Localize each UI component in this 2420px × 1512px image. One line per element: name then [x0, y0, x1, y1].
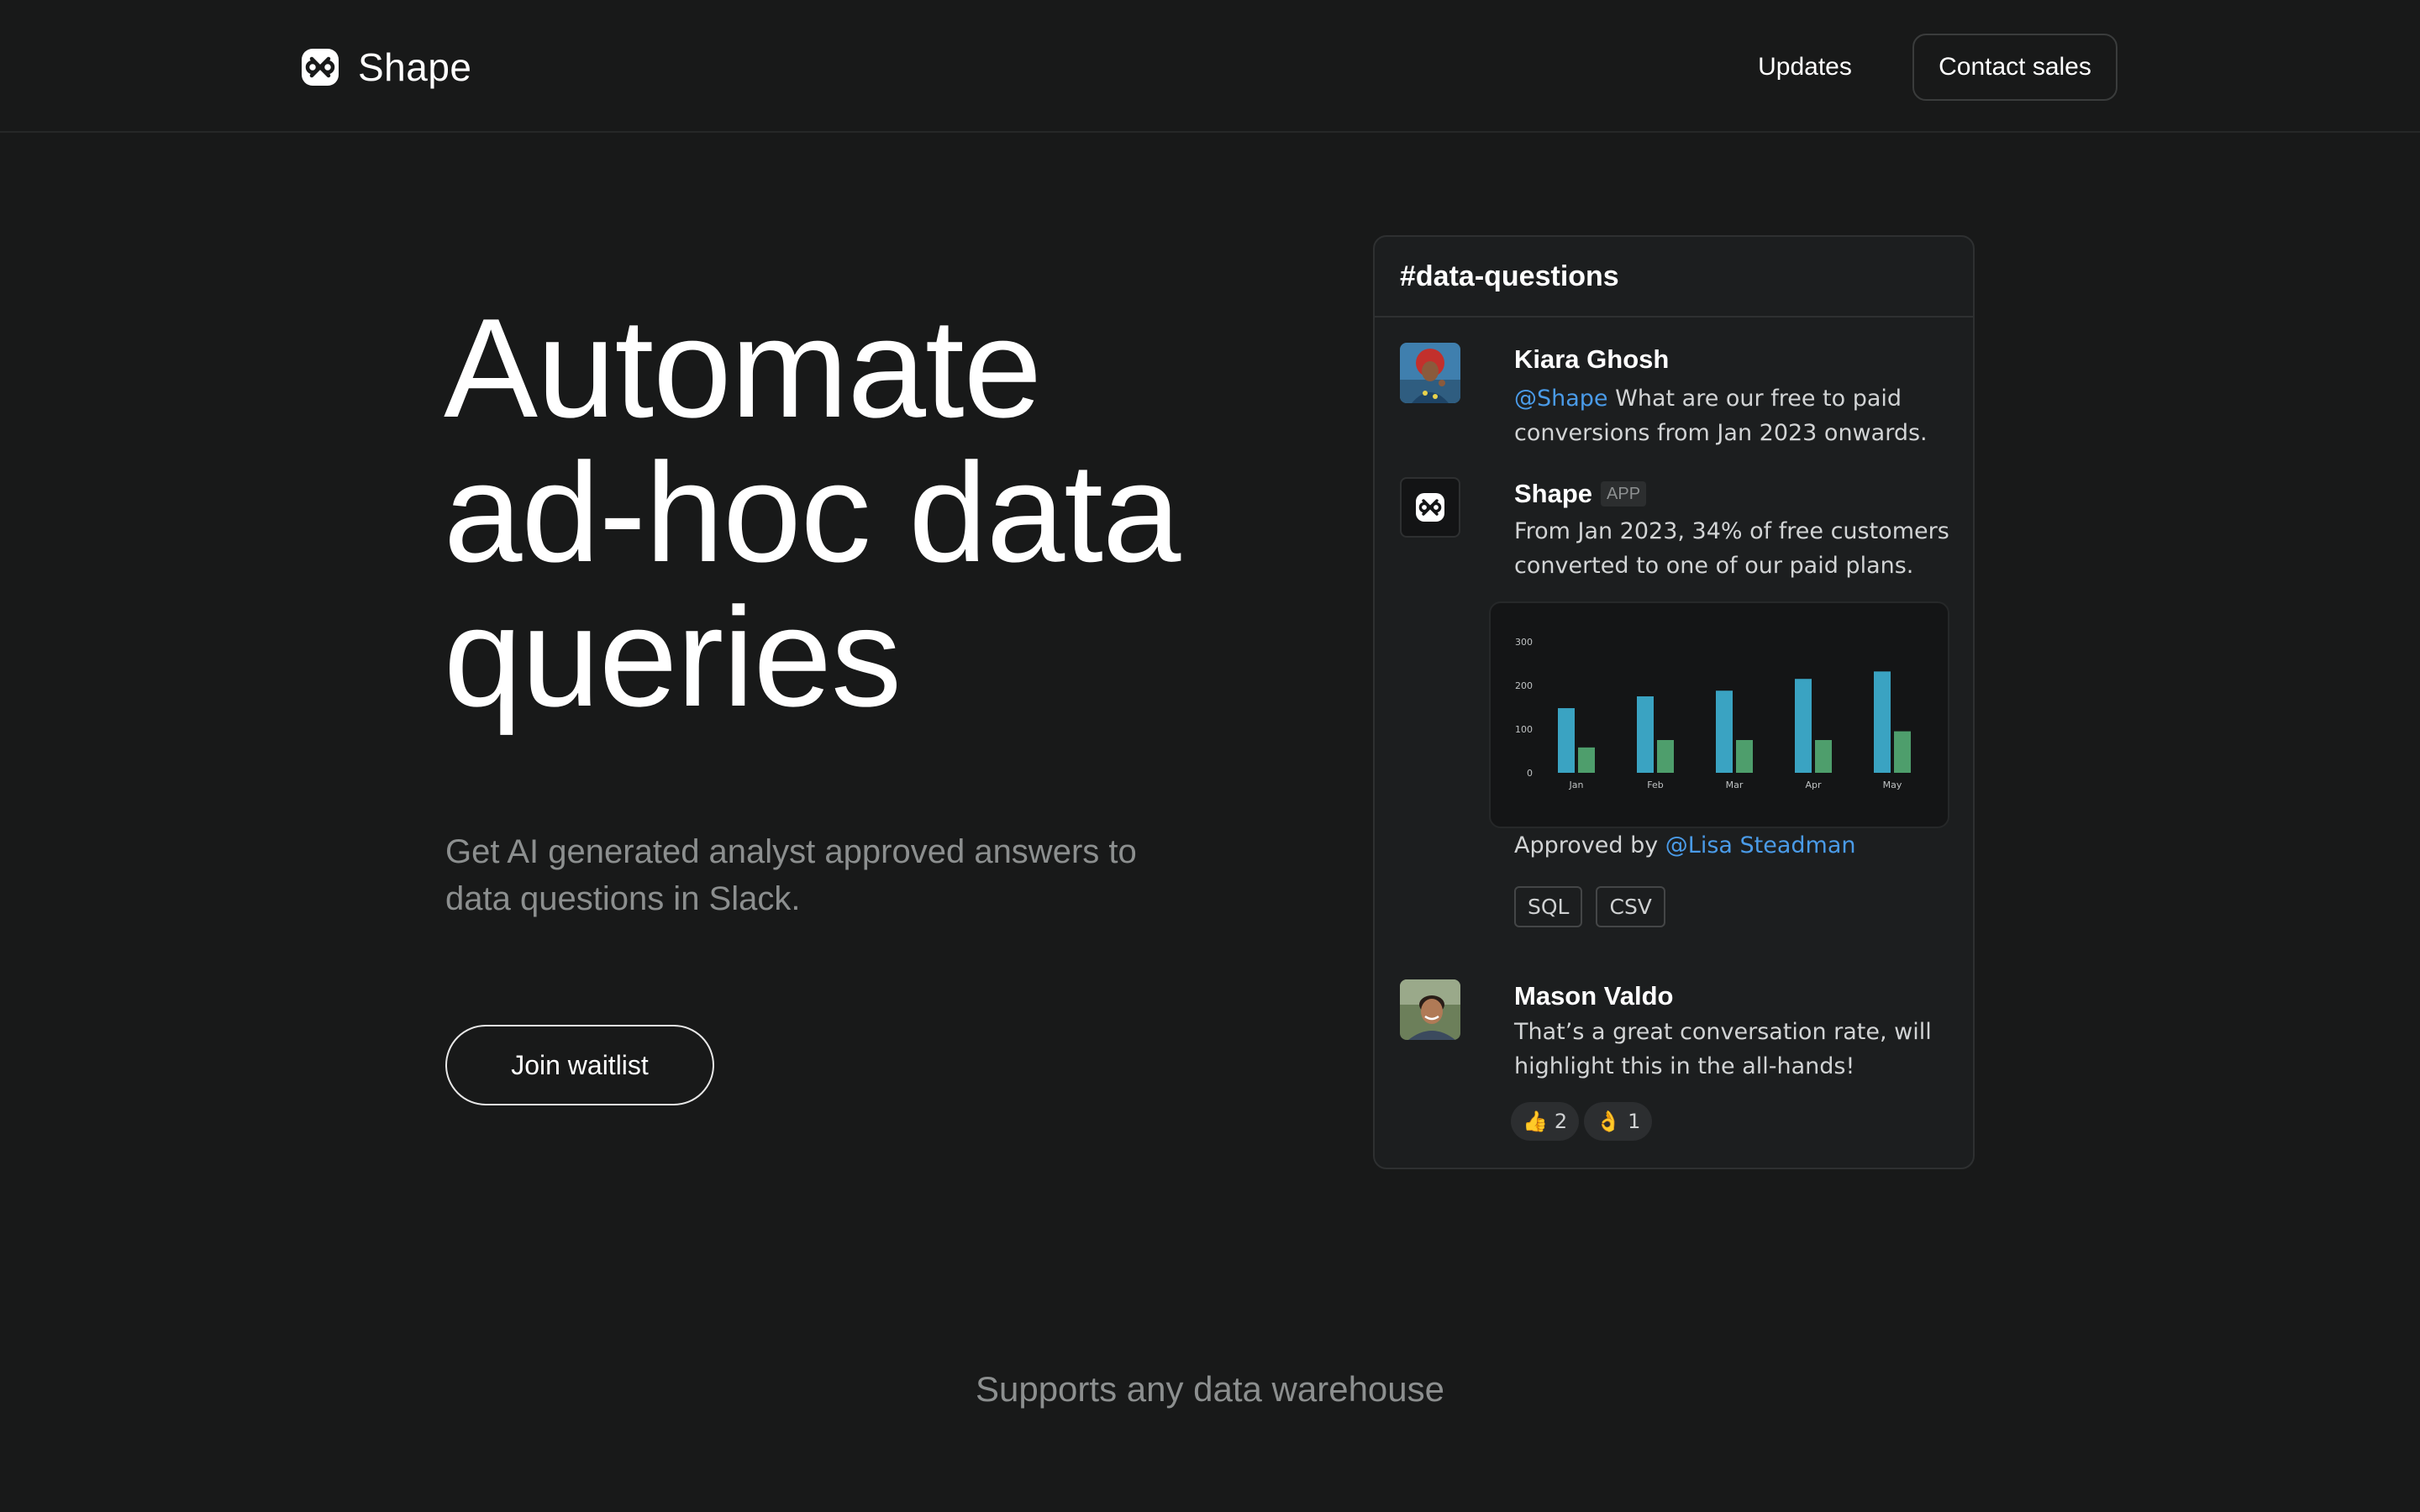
chart-bar: [1578, 747, 1595, 773]
y-tick-label: 100: [1515, 724, 1533, 735]
reaction-count: 2: [1554, 1110, 1568, 1133]
message-author: Shape APP: [1514, 477, 1954, 511]
attachment-chips: SQL CSV: [1514, 886, 1954, 927]
message-text-part: From Jan 2023, 34% of free customers: [1514, 518, 1949, 544]
message-text-part: What are our free to paid: [1607, 386, 1902, 412]
chart-bar: [1795, 679, 1812, 773]
brand-logo[interactable]: Shape: [299, 42, 472, 92]
x-tick-label: Mar: [1726, 780, 1744, 790]
reaction-count: 1: [1628, 1110, 1641, 1133]
chart-bar: [1637, 696, 1654, 773]
y-tick-label: 300: [1515, 637, 1533, 648]
message-text-part: converted to one of our paid plans.: [1514, 553, 1914, 579]
avatar-kiara-icon: [1400, 343, 1460, 403]
approved-by-line: Approved by @Lisa Steadman: [1514, 828, 1954, 863]
reaction-ok-hand[interactable]: 👌 1: [1584, 1102, 1653, 1141]
hero-title-line: queries: [444, 578, 902, 736]
message-body: Mason Valdo That’s a great conversation …: [1511, 979, 1954, 1141]
y-tick-label: 0: [1527, 768, 1533, 779]
chart-bar: [1736, 740, 1753, 773]
message-author[interactable]: Mason Valdo: [1514, 979, 1954, 1013]
avatar[interactable]: [1400, 979, 1460, 1040]
y-tick-label: 200: [1515, 680, 1533, 691]
hero-title: Automate ad-hoc data queries: [444, 296, 1200, 729]
message-text-part: conversions from Jan 2023 onwards.: [1514, 420, 1928, 446]
reactions: 👍 2 👌 1: [1511, 1102, 1954, 1141]
footer-tagline: Supports any data warehouse: [975, 1369, 1445, 1409]
shape-logo-icon: [302, 49, 339, 86]
chart-bar: [1716, 690, 1733, 773]
message-text: @Shape What are our free to paid convers…: [1514, 381, 1954, 450]
hero-subtitle-line: data questions in Slack.: [445, 880, 801, 917]
x-tick-label: Feb: [1647, 780, 1663, 790]
message-body: Kiara Ghosh @Shape What are our free to …: [1514, 343, 1954, 450]
reaction-thumbs-up[interactable]: 👍 2: [1511, 1102, 1580, 1141]
message-text: From Jan 2023, 34% of free customers con…: [1514, 514, 1954, 583]
top-nav: Shape Updates Contact sales: [0, 0, 2420, 133]
message-text: That’s a great conversation rate, will h…: [1514, 1015, 1954, 1084]
conversion-bar-chart: 0 100 200 300 Jan Feb Mar Apr May: [1515, 637, 1911, 790]
message-kiara: Kiara Ghosh @Shape What are our free to …: [1400, 343, 1954, 477]
avatar[interactable]: [1400, 477, 1460, 538]
approved-by-label: Approved by: [1514, 832, 1665, 858]
hero-title-line: ad-hoc data: [444, 433, 1181, 591]
brand-name: Shape: [358, 45, 472, 89]
message-shape-app: Shape APP From Jan 2023, 34% of free cus…: [1400, 477, 1954, 927]
shape-logo-icon: [1416, 493, 1444, 522]
chart-card: 0 100 200 300 Jan Feb Mar Apr May: [1489, 601, 1949, 828]
message-author[interactable]: Kiara Ghosh: [1514, 343, 1954, 376]
message-author-name[interactable]: Shape: [1514, 477, 1592, 511]
x-tick-label: Jan: [1569, 780, 1584, 790]
slack-preview-panel: #data-questions Kiara Ghosh @Shape What …: [1373, 235, 1975, 1169]
contact-sales-button[interactable]: Contact sales: [1912, 34, 2118, 101]
csv-chip[interactable]: CSV: [1596, 886, 1665, 927]
x-tick-label: May: [1883, 780, 1902, 790]
message-text-part: highlight this in the all-hands!: [1514, 1053, 1855, 1079]
nav-link-updates[interactable]: Updates: [1731, 34, 1879, 101]
join-waitlist-button[interactable]: Join waitlist: [445, 1025, 714, 1105]
sql-chip[interactable]: SQL: [1514, 886, 1583, 927]
channel-name: #data-questions: [1375, 237, 1973, 318]
chart-bar: [1558, 708, 1575, 773]
chart-bar: [1657, 740, 1674, 773]
x-tick-label: Apr: [1805, 780, 1822, 790]
chart-bar: [1815, 740, 1832, 773]
ok-hand-icon: 👌: [1596, 1110, 1622, 1133]
chart-bar: [1874, 671, 1891, 773]
thumbs-up-icon: 👍: [1523, 1110, 1548, 1133]
message-mason: Mason Valdo That’s a great conversation …: [1400, 979, 1954, 1156]
avatar[interactable]: [1400, 343, 1460, 403]
hero-title-line: Automate: [444, 289, 1042, 447]
hero-subtitle: Get AI generated analyst approved answer…: [445, 828, 1168, 922]
hero-subtitle-line: Get AI generated analyst approved answer…: [445, 833, 1137, 870]
mention-link[interactable]: @Lisa Steadman: [1665, 832, 1856, 858]
message-text-part: That’s a great conversation rate, will: [1514, 1019, 1932, 1045]
chart-bar: [1894, 731, 1911, 773]
avatar-mason-icon: [1400, 979, 1460, 1040]
mention-link[interactable]: @Shape: [1514, 386, 1608, 412]
app-badge: APP: [1601, 481, 1647, 507]
